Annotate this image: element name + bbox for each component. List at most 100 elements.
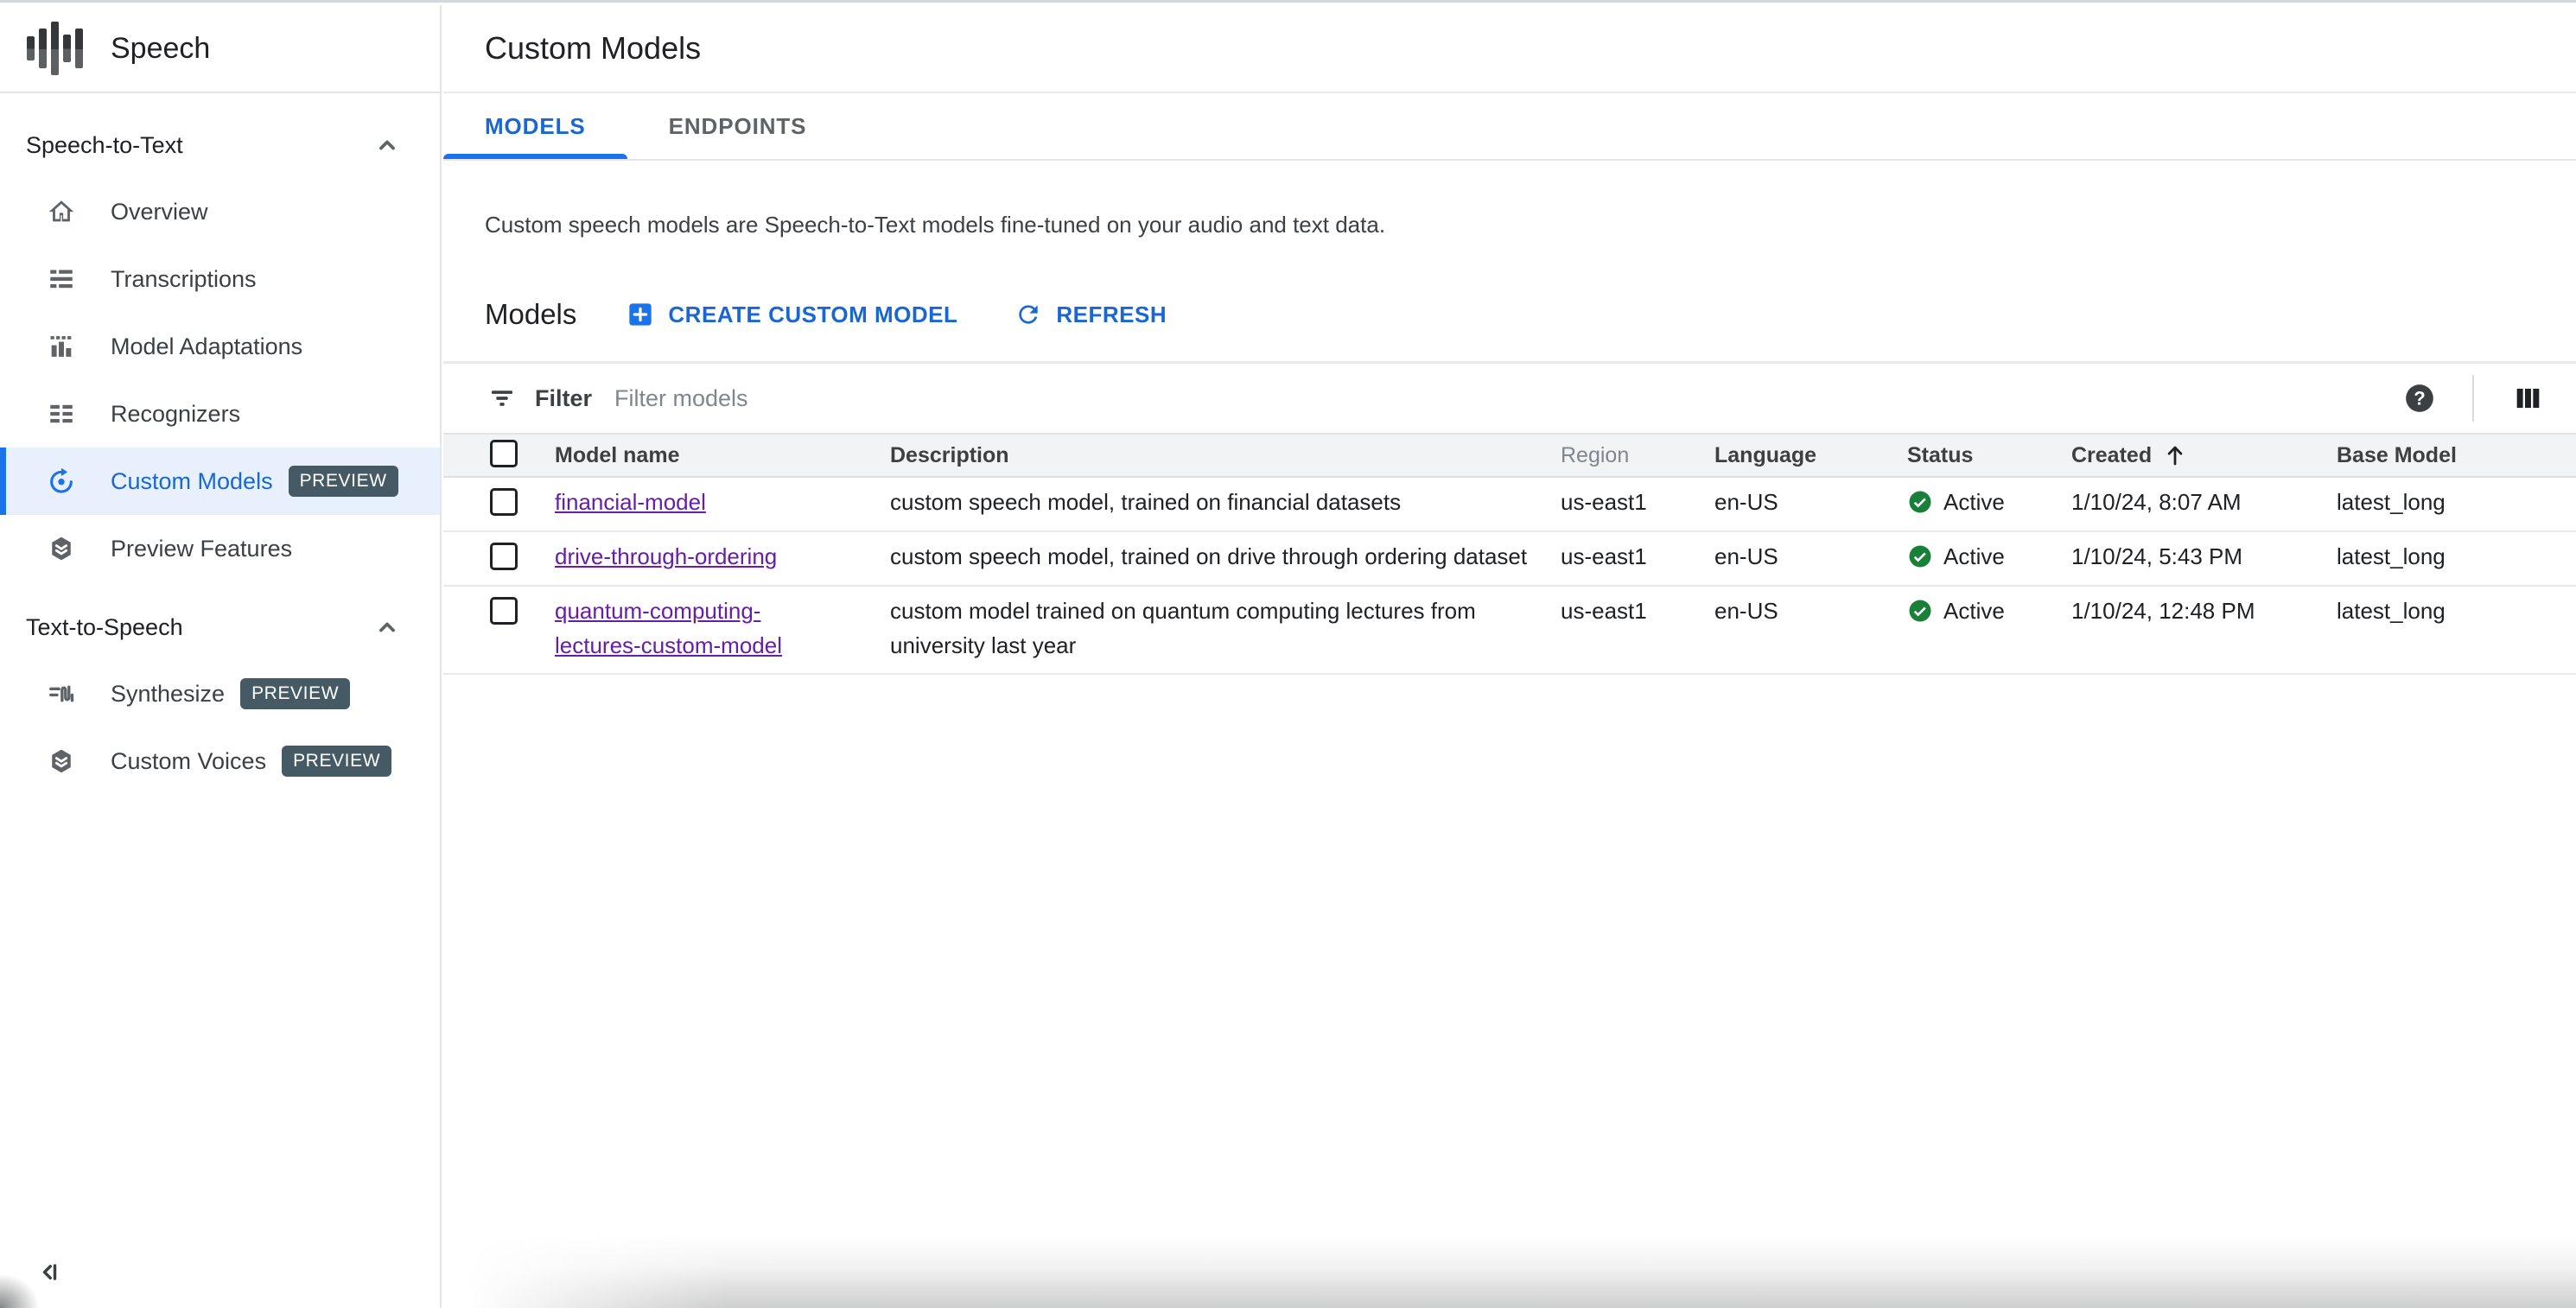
status-label: Active (1943, 489, 2005, 515)
filter-bar-actions: ? (2403, 375, 2545, 422)
model-created: 1/10/24, 8:07 AM (2071, 489, 2242, 515)
product-title: Speech (111, 31, 211, 65)
sidebar-item-custom-voices[interactable]: Custom Voices PREVIEW (0, 727, 440, 795)
model-base-model: latest_long (2337, 598, 2446, 624)
models-table-card: Filter ? Model name Description Region L… (443, 361, 2576, 675)
section-speech-to-text[interactable]: Speech-to-Text (0, 112, 440, 178)
model-status: Active (1907, 485, 2071, 519)
sidebar-item-label: Custom Models (111, 467, 273, 494)
preview-badge: PREVIEW (240, 678, 351, 709)
select-all-checkbox[interactable] (490, 439, 518, 467)
sidebar-item-label: Overview (111, 198, 208, 225)
sidebar: Speech Speech-to-Text Overview Transcrip… (0, 5, 442, 1308)
sidebar-item-transcriptions[interactable]: Transcriptions (0, 245, 440, 313)
status-active-icon (1907, 489, 1933, 515)
filter-models-input[interactable] (614, 384, 2403, 412)
main-content: Custom Models MODELS ENDPOINTS Custom sp… (443, 5, 2576, 1308)
model-language: en-US (1714, 543, 1778, 569)
preview-badge: PREVIEW (282, 746, 392, 777)
refresh-button[interactable]: REFRESH (1014, 301, 1167, 328)
refresh-icon (1014, 301, 1042, 328)
filter-label[interactable]: Filter (535, 385, 592, 412)
synthesize-waveform-icon (47, 679, 76, 708)
model-created: 1/10/24, 12:48 PM (2071, 598, 2255, 624)
model-region: us-east1 (1561, 543, 1647, 569)
column-header-description[interactable]: Description (890, 443, 1561, 468)
svg-text:?: ? (2414, 388, 2426, 410)
sidebar-item-synthesize[interactable]: Synthesize PREVIEW (0, 660, 440, 727)
section-text-to-speech[interactable]: Text-to-Speech (0, 594, 440, 660)
layers-hexagon-icon (47, 746, 76, 776)
column-header-language[interactable]: Language (1714, 443, 1907, 468)
chevron-up-icon (379, 140, 395, 150)
view-columns-icon (2516, 388, 2540, 409)
model-base-model: latest_long (2337, 489, 2446, 515)
column-header-model-name[interactable]: Model name (555, 443, 890, 468)
sidebar-item-label: Transcriptions (111, 265, 257, 292)
add-box-icon (627, 301, 654, 328)
page-description: Custom speech models are Speech-to-Text … (485, 212, 1386, 238)
model-description: custom speech model, trained on financia… (890, 489, 1402, 515)
sidebar-item-label: Custom Voices (111, 747, 267, 774)
filter-list-icon (488, 384, 516, 412)
sidebar-item-model-adaptations[interactable]: Model Adaptations (0, 313, 440, 380)
row-checkbox[interactable] (490, 543, 518, 570)
sidebar-item-preview-features[interactable]: Preview Features (0, 515, 440, 582)
speech-logo-icon (26, 20, 83, 77)
sidebar-nav: Speech-to-Text Overview Transcriptions M… (0, 93, 440, 795)
create-custom-model-button[interactable]: CREATE CUSTOM MODEL (627, 301, 957, 328)
sidebar-item-overview[interactable]: Overview (0, 178, 440, 245)
column-display-button[interactable] (2510, 381, 2545, 416)
recognizers-icon (47, 399, 76, 429)
filter-bar: Filter ? (443, 364, 2576, 435)
help-button[interactable]: ? (2403, 382, 2436, 415)
table-header-row: Model name Description Region Language S… (443, 435, 2576, 478)
preview-badge: PREVIEW (288, 466, 398, 497)
sidebar-item-recognizers[interactable]: Recognizers (0, 380, 440, 448)
sidebar-item-label: Synthesize (111, 680, 226, 707)
table-row: financial-model custom speech model, tra… (443, 478, 2576, 532)
model-language: en-US (1714, 598, 1778, 624)
sidebar-item-label: Model Adaptations (111, 333, 303, 359)
collapse-panel-icon (42, 1264, 57, 1280)
transcriptions-icon (47, 264, 76, 294)
model-status: Active (1907, 539, 2071, 574)
table-row: quantum-computing-lectures-custom-model … (443, 587, 2576, 675)
table-row: drive-through-ordering custom speech mod… (443, 532, 2576, 587)
model-region: us-east1 (1561, 598, 1647, 624)
home-icon (47, 197, 76, 226)
models-toolbar: Models CREATE CUSTOM MODEL REFRESH (485, 294, 2576, 335)
bar-chart-icon (47, 332, 76, 361)
status-active-icon (1907, 543, 1933, 569)
model-status: Active (1907, 594, 2071, 628)
layers-hexagon-icon (47, 534, 76, 563)
page-title: Custom Models (485, 30, 702, 66)
model-region: us-east1 (1561, 489, 1647, 515)
collapse-sidebar-button[interactable] (38, 1258, 69, 1289)
status-active-icon (1907, 598, 1933, 624)
model-link[interactable]: financial-model (555, 489, 706, 515)
row-checkbox[interactable] (490, 488, 518, 516)
section-title: Models (485, 298, 577, 330)
column-header-region[interactable]: Region (1561, 443, 1714, 468)
page-header: Custom Models (443, 5, 2576, 93)
tab-models[interactable]: MODELS (443, 93, 627, 159)
model-description: custom speech model, trained on drive th… (890, 543, 1528, 569)
model-link[interactable]: quantum-computing-lectures-custom-model (555, 598, 782, 658)
sidebar-item-label: Preview Features (111, 535, 293, 562)
model-created: 1/10/24, 5:43 PM (2071, 543, 2243, 569)
sidebar-item-label: Recognizers (111, 400, 241, 427)
model-link[interactable]: drive-through-ordering (555, 543, 777, 569)
column-header-status[interactable]: Status (1907, 443, 2071, 468)
model-base-model: latest_long (2337, 543, 2446, 569)
row-checkbox[interactable] (490, 597, 518, 625)
product-header: Speech (0, 5, 440, 93)
sidebar-item-custom-models[interactable]: Custom Models PREVIEW (0, 448, 440, 515)
column-header-base-model[interactable]: Base Model (2337, 443, 2576, 468)
status-label: Active (1943, 598, 2005, 624)
sort-ascending-icon (2162, 442, 2188, 468)
custom-models-icon (47, 467, 76, 496)
column-header-created[interactable]: Created (2071, 442, 2337, 468)
divider (2472, 375, 2474, 422)
tab-endpoints[interactable]: ENDPOINTS (627, 93, 849, 159)
